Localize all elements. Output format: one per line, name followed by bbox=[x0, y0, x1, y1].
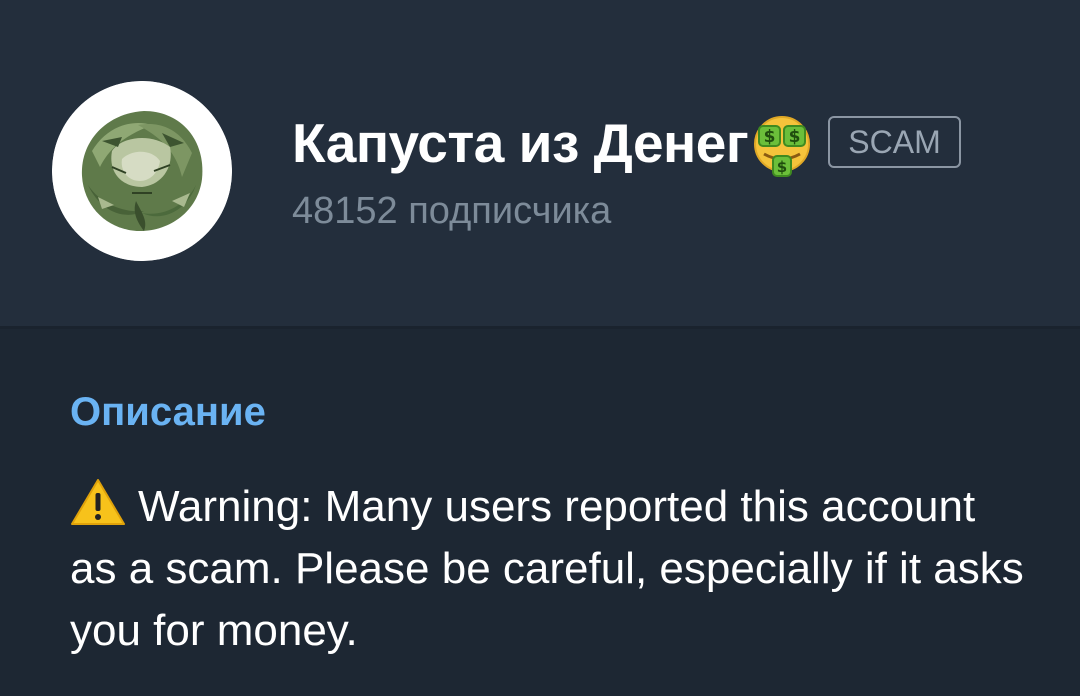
header-divider bbox=[0, 326, 1080, 329]
svg-text:$: $ bbox=[789, 127, 801, 147]
cabbage-image bbox=[52, 81, 232, 261]
subscriber-count: 48152 подписчика bbox=[292, 190, 612, 232]
scam-badge: SCAM bbox=[828, 116, 961, 168]
money-mouth-face-icon: $ $ $ bbox=[750, 114, 814, 178]
description-title: Описание bbox=[70, 390, 266, 434]
avatar[interactable] bbox=[52, 81, 232, 261]
svg-text:$: $ bbox=[764, 127, 776, 147]
svg-text:$: $ bbox=[777, 158, 787, 176]
warning-icon bbox=[70, 477, 126, 527]
description-text: Warning: Many users reported this accoun… bbox=[70, 482, 1024, 655]
channel-title-row: Капуста из Денег $ $ $ SCAM bbox=[292, 108, 961, 178]
description-text-block[interactable]: Warning: Many users reported this accoun… bbox=[70, 476, 1030, 662]
channel-name: Капуста из Денег bbox=[292, 112, 749, 174]
